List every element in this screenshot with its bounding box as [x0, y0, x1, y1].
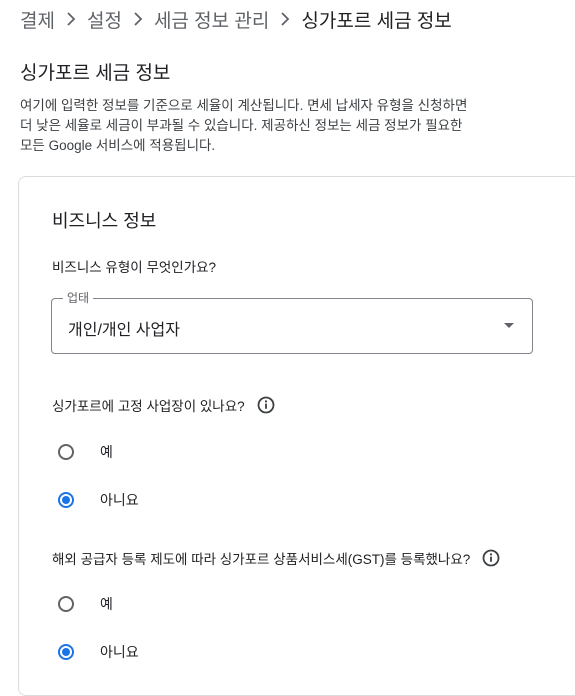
breadcrumb-item-current: 싱가포르 세금 정보 [301, 10, 452, 32]
info-icon[interactable] [482, 549, 500, 567]
business-info-card [18, 176, 575, 696]
radio-button[interactable] [58, 444, 74, 460]
question-text: 비즈니스 유형이 무엇인가요? [52, 260, 217, 275]
section-title: 비즈니스 정보 [52, 211, 157, 231]
radio-button-selected[interactable] [58, 492, 74, 508]
radio-label: 예 [100, 444, 113, 460]
page-description: 여기에 입력한 정보를 기준으로 세율이 계산됩니다. 면세 납세자 유형을 신… [20, 96, 540, 156]
radio-button[interactable] [58, 596, 74, 612]
radio-label: 아니요 [100, 492, 139, 508]
business-type-select[interactable]: 업태 개인/개인 사업자 [51, 290, 533, 354]
select-value: 개인/개인 사업자 [68, 322, 180, 339]
select-label: 업태 [63, 290, 94, 306]
fixed-establishment-question: 싱가포르에 고정 사업장이 있나요? [52, 395, 275, 415]
radio-label: 예 [100, 596, 113, 612]
gst-registration-yes-option[interactable]: 예 [58, 592, 113, 616]
breadcrumb-item-settings[interactable]: 설정 [87, 6, 122, 33]
breadcrumb: 결제 설정 세금 정보 관리 싱가포르 세금 정보 [20, 6, 452, 32]
gst-registration-no-option[interactable]: 아니요 [58, 640, 139, 664]
chevron-right-icon [59, 12, 83, 26]
business-type-question: 비즈니스 유형이 무엇인가요? [52, 256, 216, 276]
description-line: 더 낮은 세율로 세금이 부과될 수 있습니다. 제공하신 정보는 세금 정보가… [20, 118, 463, 133]
info-icon[interactable] [257, 396, 275, 414]
fixed-establishment-no-option[interactable]: 아니요 [58, 488, 139, 512]
description-line: 여기에 입력한 정보를 기준으로 세율이 계산됩니다. 면세 납세자 유형을 신… [20, 98, 468, 113]
arrow-drop-down-icon [504, 323, 514, 328]
description-line: 모든 Google 서비스에 적용됩니다. [20, 138, 216, 153]
radio-button-selected[interactable] [58, 644, 74, 660]
question-text: 해외 공급자 등록 제도에 따라 싱가포르 상품서비스세(GST)를 등록했나요… [52, 552, 471, 567]
breadcrumb-item-tax-info[interactable]: 세금 정보 관리 [154, 6, 269, 33]
chevron-right-icon [126, 12, 150, 26]
chevron-right-icon [273, 12, 297, 26]
fixed-establishment-yes-option[interactable]: 예 [58, 440, 113, 464]
question-text: 싱가포르에 고정 사업장이 있나요? [52, 399, 245, 414]
page-title: 싱가포르 세금 정보 [20, 63, 171, 84]
gst-registration-question: 해외 공급자 등록 제도에 따라 싱가포르 상품서비스세(GST)를 등록했나요… [52, 548, 500, 568]
breadcrumb-item-billing[interactable]: 결제 [20, 6, 55, 33]
radio-label: 아니요 [100, 644, 139, 660]
